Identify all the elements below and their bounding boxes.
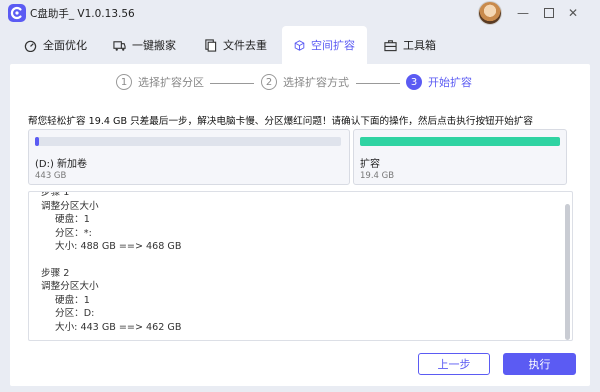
step-number: 3 [406,74,422,90]
step-2: 2 选择扩容方式 [261,74,349,90]
main-panel: 1 选择扩容分区 2 选择扩容方式 3 开始扩容 帮您轻松扩容 19.4 GB … [10,64,590,386]
log-step-title: 步骤 1 [41,191,70,198]
previous-step-button[interactable]: 上一步 [418,353,490,375]
expand-bar [360,137,560,146]
step-indicator: 1 选择扩容分区 2 选择扩容方式 3 开始扩容 [10,72,590,94]
partition-name: (D:) 新加卷 [35,159,88,170]
partition-size: 443 GB [35,171,67,181]
tab-label: 空间扩容 [311,39,355,52]
minimize-icon: — [517,6,529,20]
close-icon: ✕ [567,6,579,20]
step-label: 开始扩容 [428,76,472,89]
expand-hint: 帮您轻松扩容 19.4 GB 只差最后一步，解决电脑卡慢、分区爆红问题！请确认下… [28,116,534,127]
log-size: 大小: 443 GB ==> 462 GB [55,321,182,333]
tab-full-optimize[interactable]: 全面优化 [24,26,87,64]
tab-space-expand[interactable]: 空间扩容 [282,26,367,64]
log-size: 大小: 488 GB ==> 468 GB [55,241,182,252]
main-tabs: 全面优化 一键搬家 文件去重 空间扩容 工具箱 [0,26,600,64]
expand-size: 19.4 GB [360,171,395,181]
log-content: 步骤 1 调整分区大小 硬盘：1 分区：*: 大小: 488 GB ==> 46… [29,191,572,334]
usage-bar [35,137,341,146]
step-number: 1 [116,74,132,90]
log-spacer [29,254,572,267]
log-partition: 分区：*: [55,227,92,239]
step-label: 选择扩容方式 [283,76,349,89]
tab-label: 文件去重 [223,39,267,52]
log-disk: 硬盘：1 [55,214,90,225]
minimize-button[interactable]: — [512,2,534,24]
usage-bar-fill [35,137,39,146]
log-disk: 硬盘：1 [55,294,90,306]
file-copy-icon [205,38,217,52]
execute-button[interactable]: 执行 [503,353,576,375]
user-avatar[interactable] [478,1,502,25]
step-connector [356,83,400,84]
cube-icon [294,39,305,51]
step-3: 3 开始扩容 [406,74,472,90]
tab-label: 一键搬家 [132,39,176,52]
log-step-title: 步骤 2 [41,267,70,279]
restore-button[interactable] [538,2,560,24]
tab-label: 工具箱 [403,39,436,52]
title-bar: C盘助手_ V1.0.13.56 — ✕ [0,0,600,26]
tab-toolbox[interactable]: 工具箱 [384,26,436,64]
log-action: 调整分区大小 [41,281,99,292]
close-button[interactable]: ✕ [562,2,584,24]
step-number: 2 [261,74,277,90]
operation-log[interactable]: 步骤 1 调整分区大小 硬盘：1 分区：*: 大小: 488 GB ==> 46… [28,191,573,341]
step-label: 选择扩容分区 [138,76,204,89]
expand-label: 扩容 [360,159,380,170]
tab-file-dedupe[interactable]: 文件去重 [204,26,267,64]
log-scrollbar[interactable] [565,204,570,340]
log-action: 调整分区大小 [41,200,99,212]
tab-one-click-move[interactable]: 一键搬家 [113,26,176,64]
app-title: C盘助手_ V1.0.13.56 [30,8,135,20]
tab-label: 全面优化 [43,39,87,52]
gauge-icon [24,40,37,52]
toolbox-icon [384,39,397,51]
restore-icon [544,8,554,18]
expand-card: 扩容 19.4 GB [353,129,567,185]
step-connector [210,83,254,84]
app-logo-icon [8,4,26,22]
partition-card-d: (D:) 新加卷 443 GB [28,129,350,185]
truck-icon [113,40,126,51]
step-1: 1 选择扩容分区 [116,74,204,90]
log-partition: 分区：D: [55,308,95,319]
expand-bar-fill [360,137,560,146]
